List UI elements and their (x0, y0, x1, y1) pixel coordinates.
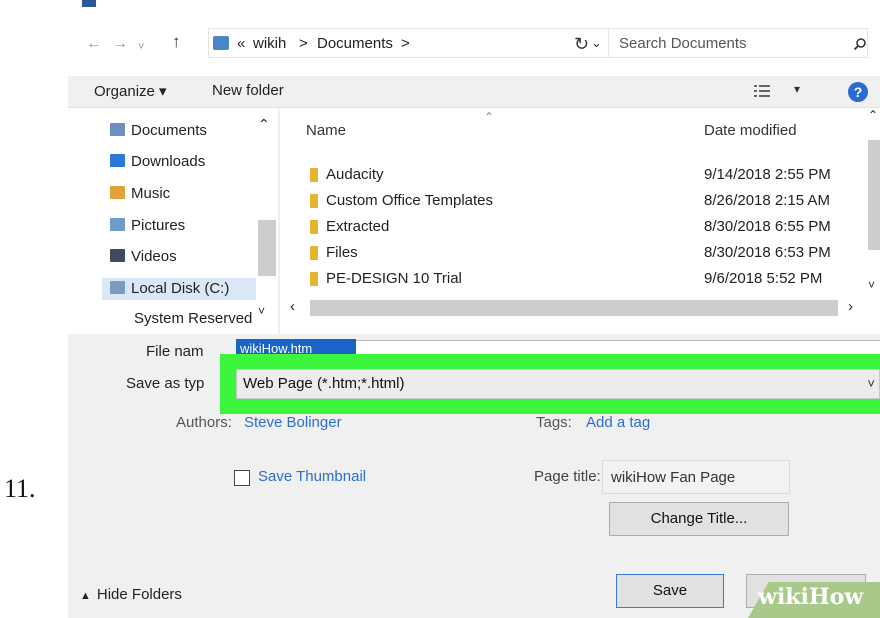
address-overflow[interactable]: « (237, 35, 245, 52)
address-row: ← → ˅ ↑ « wikih > Documents > ⌄ ↻ (68, 10, 880, 76)
save-as-type-label: Save as typ (126, 375, 205, 392)
chevron-down-icon[interactable]: ˅ (258, 304, 265, 318)
sidebar-item-system-reserved[interactable]: System Reserved (134, 308, 252, 330)
title-bar (68, 0, 880, 10)
refresh-icon[interactable]: ↻ (574, 34, 589, 55)
watermark-text: wikiHow (758, 584, 864, 610)
local-disk-icon (110, 281, 125, 294)
file-name-label: File nam (146, 343, 204, 360)
tags-label: Tags: (536, 414, 572, 431)
chevron-down-icon[interactable]: ⌄ (591, 35, 602, 51)
address-bar[interactable]: « wikih > Documents > ⌄ (208, 28, 610, 58)
save-as-type-select[interactable]: Web Page (*.htm;*.html) ˅ (236, 369, 880, 399)
chevron-down-icon[interactable]: ˅ (138, 39, 144, 55)
chevron-up-icon[interactable]: ⌃ (258, 116, 270, 133)
folder-icon (310, 194, 318, 208)
change-title-button[interactable]: Change Title... (609, 502, 789, 536)
folder-icon (310, 246, 318, 260)
arrow-left-icon[interactable]: ← (86, 36, 102, 52)
save-as-dialog: ← → ˅ ↑ « wikih > Documents > ⌄ ↻ Organi… (68, 0, 880, 618)
file-list-scrollbar-thumb[interactable] (868, 140, 880, 250)
breadcrumb-wikih[interactable]: wikih (253, 35, 286, 52)
save-as-type-value: Web Page (*.htm;*.html) (243, 375, 405, 392)
save-thumbnail-label[interactable]: Save Thumbnail (258, 468, 366, 485)
pictures-folder-icon (110, 218, 125, 231)
save-button[interactable]: Save (616, 574, 724, 608)
nav-scrollbar-thumb[interactable] (258, 220, 276, 276)
music-folder-icon (110, 186, 125, 199)
horizontal-scrollbar-thumb[interactable] (310, 300, 838, 316)
add-tag-link[interactable]: Add a tag (586, 414, 650, 431)
column-header-date-modified[interactable]: Date modified (704, 122, 797, 139)
list-item[interactable]: Custom Office Templates 8/26/2018 2:15 A… (300, 190, 860, 214)
documents-folder-icon (213, 36, 229, 50)
sidebar-item-downloads[interactable]: Downloads (110, 151, 205, 173)
help-icon[interactable]: ? (848, 82, 868, 102)
page-title-field[interactable] (602, 460, 790, 494)
list-item[interactable]: Extracted 8/30/2018 6:55 PM (300, 216, 860, 240)
list-item[interactable]: PE-DESIGN 10 Trial 9/6/2018 5:52 PM (300, 268, 860, 292)
authors-label: Authors: (176, 414, 232, 431)
sidebar-item-documents[interactable]: Documents (110, 120, 207, 142)
arrow-right-icon[interactable]: → (112, 36, 128, 52)
step-number: 11. (4, 474, 36, 503)
command-toolbar: Organize ▾ New folder ▾ ? (68, 76, 880, 108)
folder-icon (310, 220, 318, 234)
page-title-label: Page title: (534, 468, 601, 485)
save-thumbnail-checkbox[interactable] (234, 470, 250, 486)
page-title-input[interactable] (603, 461, 789, 493)
chevron-down-icon[interactable]: ˅ (868, 278, 875, 292)
list-item[interactable]: Audacity 9/14/2018 2:55 PM (300, 164, 860, 188)
search-icon[interactable] (853, 37, 867, 51)
chevron-up-icon: ▲ (80, 590, 91, 602)
breadcrumb-documents[interactable]: Documents (317, 35, 393, 52)
sidebar-item-local-disk[interactable]: Local Disk (C:) (102, 278, 260, 300)
breadcrumb-separator[interactable]: > (299, 35, 308, 52)
navigation-pane: Documents Downloads Music Pictures Video… (68, 108, 278, 334)
folder-icon (310, 272, 318, 286)
sort-ascending-icon: ⌃ (484, 110, 495, 124)
search-box[interactable] (608, 28, 868, 58)
app-icon (82, 0, 96, 7)
downloads-folder-icon (110, 154, 125, 167)
sidebar-item-videos[interactable]: Videos (110, 246, 177, 268)
chevron-left-icon[interactable]: ‹ (290, 298, 295, 315)
arrow-up-icon[interactable]: ↑ (172, 33, 181, 50)
organize-button[interactable]: Organize ▾ (94, 82, 167, 100)
chevron-down-icon[interactable]: ▾ (794, 82, 800, 96)
authors-value[interactable]: Steve Bolinger (244, 414, 342, 431)
chevron-up-icon[interactable]: ⌃ (868, 108, 878, 122)
breadcrumb-separator[interactable]: > (401, 35, 410, 52)
sidebar-item-music[interactable]: Music (110, 183, 170, 205)
sidebar-item-pictures[interactable]: Pictures (110, 215, 185, 237)
chevron-down-icon[interactable]: ˅ (867, 376, 875, 391)
column-header-name[interactable]: Name (306, 122, 346, 139)
folder-icon (310, 168, 318, 182)
search-input[interactable] (609, 29, 829, 57)
file-list: Name ⌃ Date modified Audacity 9/14/2018 … (280, 108, 880, 334)
chevron-right-icon[interactable]: › (848, 298, 853, 315)
list-item[interactable]: Files 8/30/2018 6:53 PM (300, 242, 860, 266)
hide-folders-button[interactable]: ▲ Hide Folders (80, 586, 182, 603)
documents-folder-icon (110, 123, 125, 136)
new-folder-button[interactable]: New folder (212, 82, 284, 99)
wikihow-watermark: wikiHow (748, 582, 880, 618)
videos-folder-icon (110, 249, 125, 262)
horizontal-scrollbar[interactable]: ‹ › (280, 298, 880, 318)
view-list-icon[interactable] (754, 84, 770, 98)
